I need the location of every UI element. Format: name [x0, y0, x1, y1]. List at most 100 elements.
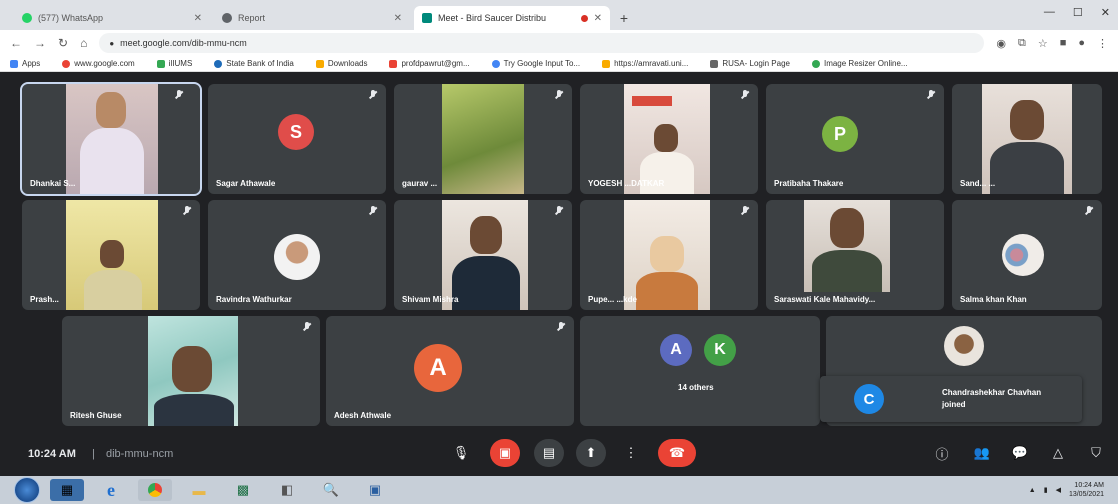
taskbar-app[interactable]: ▬ — [182, 479, 216, 501]
participant-name: Saraswati Kale Mahavidy... — [774, 295, 876, 304]
download-icon — [315, 59, 324, 68]
mic-off-icon — [926, 90, 936, 100]
share-icon[interactable]: ⧉ — [1018, 37, 1026, 50]
participant-photo — [944, 326, 984, 366]
participant-tile[interactable]: Dhankai S... — [20, 82, 202, 196]
participant-avatar: K — [704, 334, 736, 366]
participant-tile[interactable]: Saraswati Kale Mahavidy... — [766, 200, 944, 310]
bookmark-item[interactable]: Apps — [10, 59, 40, 68]
menu-icon[interactable]: ⋮ — [1097, 37, 1108, 50]
taskbar-app[interactable]: ◧ — [270, 479, 304, 501]
gmail-icon — [389, 59, 398, 68]
participant-video — [804, 200, 890, 292]
participant-tile[interactable]: Ravindra Wathurkar — [208, 200, 386, 310]
close-icon[interactable]: ✕ — [594, 13, 602, 24]
participant-tile[interactable]: P Pratibaha Thakare — [766, 84, 944, 194]
participant-name: Sand... ... — [960, 179, 996, 188]
folder-icon: ▬ — [192, 482, 206, 498]
participant-tile[interactable]: YOGESH ...DATKAR — [580, 84, 758, 194]
present-button[interactable]: ⬆ — [576, 439, 606, 467]
taskbar-app[interactable]: ▣ — [358, 479, 392, 501]
participant-name: Pupe... ...kde — [588, 295, 637, 304]
camera-indicator-icon[interactable]: ◉ — [996, 37, 1006, 50]
new-tab-button[interactable]: + — [614, 8, 634, 28]
bookmark-item[interactable]: Try Google Input To... — [491, 59, 580, 68]
browser-tab-report[interactable]: Report ✕ — [214, 6, 410, 30]
participant-tile[interactable]: Ritesh Ghuse — [62, 316, 320, 426]
close-icon[interactable]: ✕ — [194, 13, 202, 24]
participant-video — [624, 200, 710, 310]
bookmark-item[interactable]: profdpawrut@gm... — [389, 59, 470, 68]
bookmark-item[interactable]: Image Resizer Online... — [811, 59, 908, 68]
participant-tile[interactable]: gaurav ... — [394, 84, 572, 194]
profile-avatar[interactable]: ● — [1078, 37, 1085, 50]
bookmark-item[interactable]: State Bank of India — [214, 59, 294, 68]
chat-button[interactable]: 💬 — [1008, 441, 1032, 465]
bookmark-icon — [156, 59, 165, 68]
mic-button[interactable]: 🎙 — [446, 439, 476, 467]
minimize-icon[interactable]: — — [1044, 6, 1055, 19]
close-icon[interactable]: ✕ — [394, 13, 402, 24]
taskbar-app[interactable]: ▩ — [226, 479, 260, 501]
start-button[interactable] — [14, 477, 40, 503]
meeting-details-button[interactable]: ⓘ — [930, 441, 954, 465]
browser-tab-meet[interactable]: Meet - Bird Saucer Distribu ✕ — [414, 6, 610, 30]
participant-name: Shivam Mishra — [402, 295, 459, 304]
system-tray: ▲ ▮ ◀ 10:24 AM 13/05/2021 — [1029, 481, 1104, 499]
recording-icon — [580, 14, 588, 22]
participant-video — [442, 200, 528, 310]
tab-title: (577) WhatsApp — [38, 13, 104, 23]
taskbar-app[interactable]: 🔍 — [314, 479, 348, 501]
shield-icon: ⛉ — [1091, 445, 1101, 460]
participant-tile[interactable]: Pupe... ...kde — [580, 200, 758, 310]
close-window-icon[interactable]: ✕ — [1101, 6, 1110, 19]
taskbar-app[interactable] — [138, 479, 172, 501]
reload-icon[interactable]: ↻ — [58, 36, 68, 50]
participant-tile[interactable]: A Adesh Athwale — [326, 316, 574, 426]
bookmark-item[interactable]: ilIUMS — [156, 59, 192, 68]
bookmark-item[interactable]: https://amravati.uni... — [602, 59, 688, 68]
whatsapp-icon — [22, 13, 32, 23]
taskbar-app[interactable]: ▦ — [50, 479, 84, 501]
star-icon[interactable]: ☆ — [1038, 37, 1048, 50]
app-icon: ◧ — [280, 482, 294, 497]
activities-icon: △ — [1053, 445, 1063, 460]
browser-tab-whatsapp[interactable]: (577) WhatsApp ✕ — [14, 6, 210, 30]
camera-button[interactable]: ▣ — [490, 439, 520, 467]
host-controls-button[interactable]: ⛉ — [1084, 441, 1108, 465]
participant-tile[interactable]: S Sagar Athawale — [208, 84, 386, 194]
activities-button[interactable]: △ — [1046, 441, 1070, 465]
info-icon: ⓘ — [935, 446, 949, 462]
resizer-icon — [811, 59, 820, 68]
more-options-button[interactable]: ⋮ — [616, 439, 646, 467]
taskbar-time: 10:24 AM — [1074, 482, 1104, 489]
participant-tile[interactable]: Prash... — [22, 200, 200, 310]
mic-off-icon — [368, 206, 378, 216]
participant-tile[interactable]: Salma khan Khan — [952, 200, 1102, 310]
back-icon[interactable]: ← — [10, 36, 22, 50]
taskbar-app[interactable]: e — [94, 479, 128, 501]
separator: | — [92, 448, 95, 460]
bookmark-item[interactable]: www.google.com — [62, 59, 135, 68]
apps-icon — [10, 59, 18, 68]
globe-icon — [222, 13, 232, 23]
participant-tile[interactable]: Shivam Mishra — [394, 200, 572, 310]
taskbar-clock[interactable]: 10:24 AM 13/05/2021 — [1069, 481, 1104, 499]
tray-up-icon[interactable]: ▲ — [1029, 487, 1036, 494]
captions-button[interactable]: ▤ — [534, 439, 564, 467]
participant-tile[interactable]: Sand... ... — [952, 84, 1102, 194]
maximize-icon[interactable]: ☐ — [1073, 6, 1083, 19]
others-tile[interactable]: A K 14 others — [580, 316, 820, 426]
address-bar[interactable]: ● meet.google.com/dib-mmu-ncm — [99, 33, 985, 53]
home-icon[interactable]: ⌂ — [80, 36, 87, 50]
forward-icon[interactable]: → — [34, 36, 46, 50]
volume-icon[interactable]: ◀ — [1056, 486, 1061, 494]
bookmark-item[interactable]: Downloads — [315, 59, 367, 68]
leave-call-button[interactable]: ☎ — [658, 439, 696, 467]
participant-photo — [274, 234, 320, 280]
extensions-icon[interactable]: ■ — [1060, 37, 1067, 50]
network-icon[interactable]: ▮ — [1044, 486, 1048, 494]
people-button[interactable]: 👥 — [970, 441, 994, 465]
mic-off-icon — [556, 322, 566, 332]
bookmark-item[interactable]: RUSA- Login Page — [710, 59, 790, 68]
